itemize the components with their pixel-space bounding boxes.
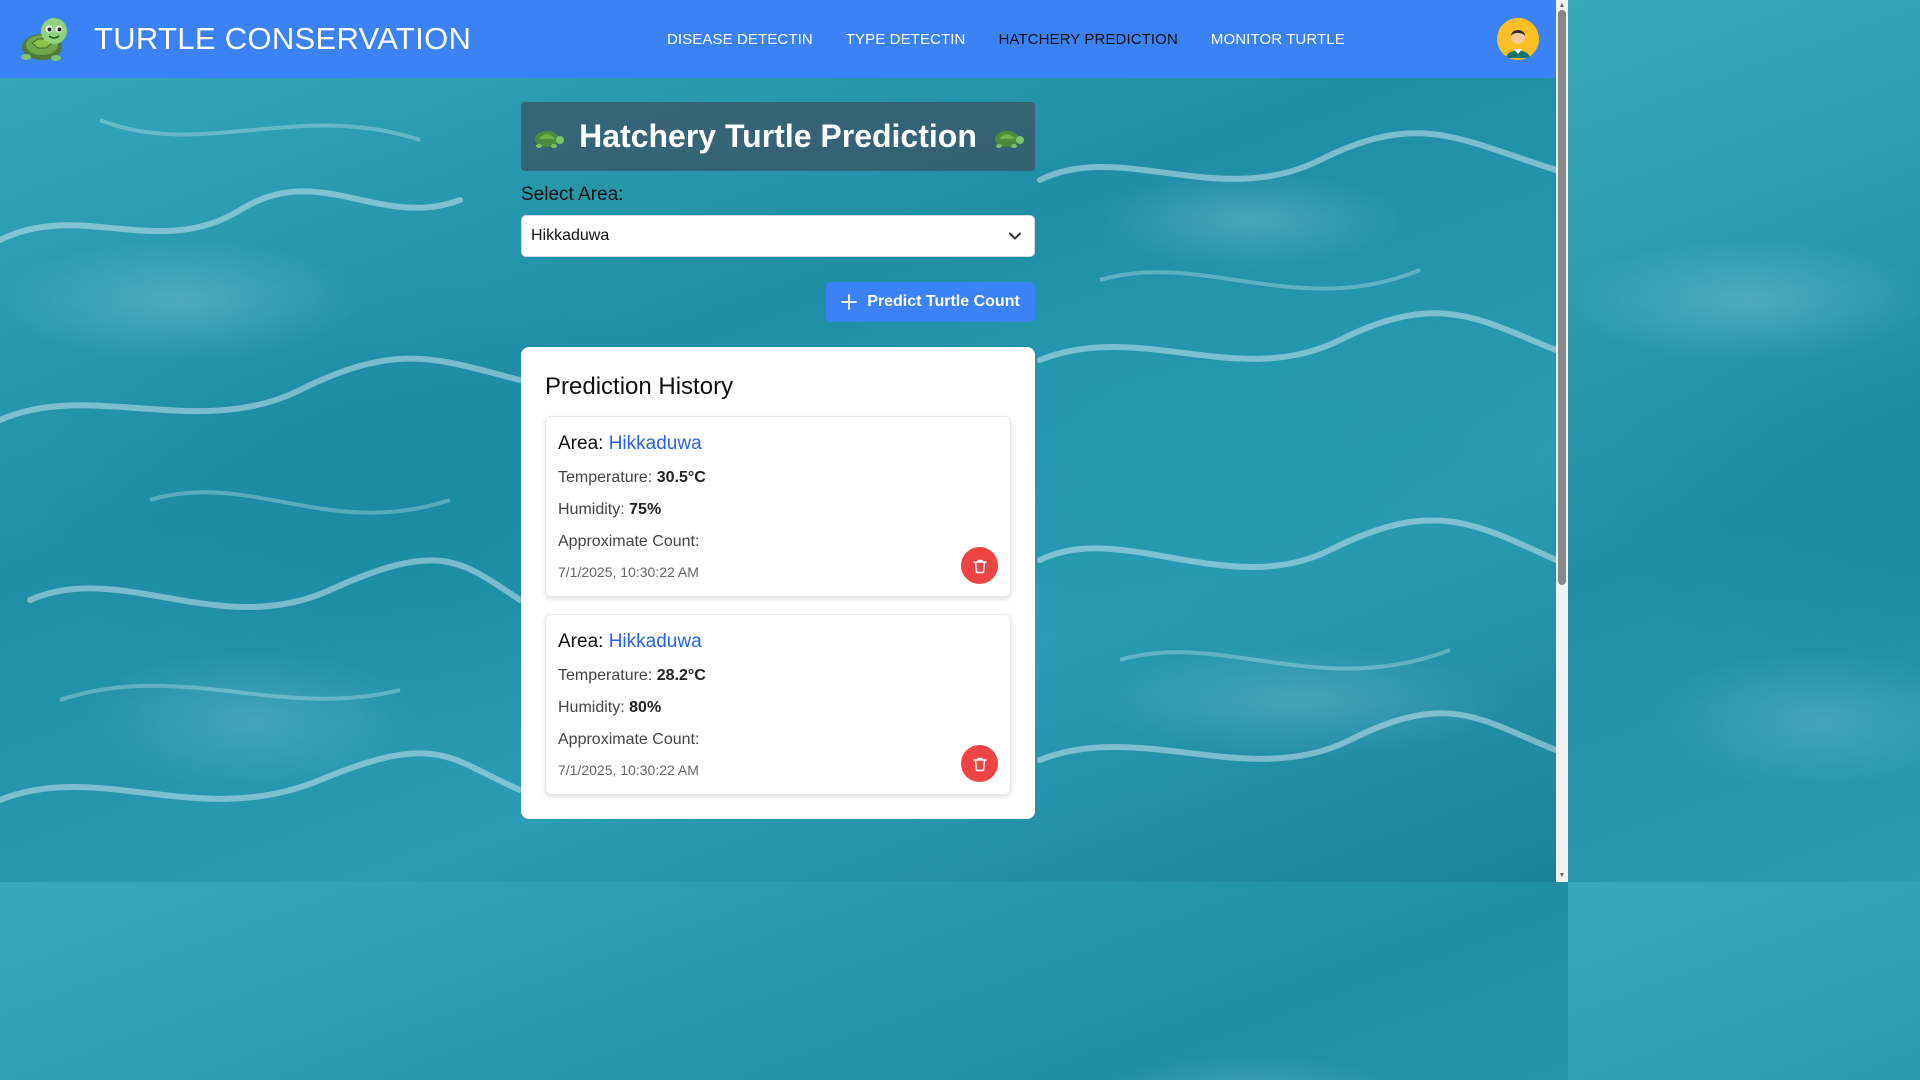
count-label: Approximate Count: (558, 533, 700, 550)
brand[interactable]: TURTLE CONSERVATION (16, 13, 471, 65)
area-label: Area: (558, 433, 604, 454)
predict-turtle-count-button[interactable]: Predict Turtle Count (826, 282, 1035, 322)
delete-prediction-button[interactable] (961, 745, 998, 782)
scroll-up-arrow-icon[interactable]: ▲ (1558, 2, 1566, 10)
scroll-down-arrow-icon[interactable]: ▼ (1558, 872, 1566, 880)
turtle-icon (535, 130, 565, 148)
humidity-value: 75% (629, 501, 662, 518)
history-area: Area: Hikkaduwa (558, 433, 998, 455)
page-title-banner: Hatchery Turtle Prediction (521, 102, 1035, 171)
area-select-value: Hikkaduwa (531, 227, 610, 244)
app-title: TURTLE CONSERVATION (94, 21, 472, 56)
predict-row: Predict Turtle Count (521, 282, 1035, 322)
page-scrollbar[interactable]: ▲ ▼ (1556, 0, 1568, 882)
top-navbar: TURTLE CONSERVATION DISEASE DETECTIN TYP… (0, 0, 1556, 78)
area-label: Area: (558, 631, 604, 652)
area-select[interactable]: Hikkaduwa (521, 215, 1035, 257)
user-avatar-icon (1497, 18, 1539, 60)
history-item: Area: Hikkaduwa Temperature: 28.2°C Humi… (545, 614, 1011, 795)
history-item: Area: Hikkaduwa Temperature: 30.5°C Humi… (545, 416, 1011, 597)
temperature-label: Temperature: (558, 469, 653, 486)
nav-item-monitor-turtle[interactable]: MONITOR TURTLE (1211, 31, 1345, 48)
history-area: Area: Hikkaduwa (558, 631, 998, 653)
history-humidity: Humidity: 80% (558, 699, 998, 717)
nav-item-disease-detection[interactable]: DISEASE DETECTIN (667, 31, 813, 48)
prediction-history-card: Prediction History Area: Hikkaduwa Tempe… (521, 347, 1035, 819)
plus-icon (841, 294, 858, 310)
area-value: Hikkaduwa (608, 631, 702, 652)
history-timestamp: 7/1/2025, 10:30:22 AM (558, 762, 699, 778)
history-temperature: Temperature: 30.5°C (558, 469, 998, 487)
humidity-label: Humidity: (558, 501, 625, 518)
turtle-logo-icon (21, 18, 67, 61)
temperature-value: 30.5°C (656, 469, 706, 486)
area-value: Hikkaduwa (608, 433, 702, 454)
scroll-thumb[interactable] (1558, 10, 1566, 585)
history-count: Approximate Count: (558, 731, 998, 749)
turtle-icon (994, 130, 1024, 148)
history-humidity: Humidity: 75% (558, 501, 998, 519)
history-temperature: Temperature: 28.2°C (558, 667, 998, 685)
temperature-label: Temperature: (558, 667, 653, 684)
count-label: Approximate Count: (558, 731, 700, 748)
trash-icon (972, 559, 987, 573)
page-title: Hatchery Turtle Prediction (579, 118, 977, 154)
predict-button-label: Predict Turtle Count (867, 293, 1020, 310)
history-count: Approximate Count: (558, 533, 998, 551)
chevron-down-icon (1009, 232, 1021, 240)
trash-icon (972, 757, 987, 771)
user-avatar[interactable] (1497, 18, 1539, 60)
delete-prediction-button[interactable] (961, 547, 998, 584)
history-title: Prediction History (545, 373, 734, 400)
temperature-value: 28.2°C (656, 667, 706, 684)
humidity-label: Humidity: (558, 699, 625, 716)
main-content: Hatchery Turtle Prediction Select Area: … (521, 102, 1035, 819)
history-timestamp: 7/1/2025, 10:30:22 AM (558, 564, 699, 580)
area-select-label: Select Area: (521, 184, 624, 205)
nav-item-type-detection[interactable]: TYPE DETECTIN (846, 31, 966, 48)
main-nav: DISEASE DETECTIN TYPE DETECTIN HATCHERY … (667, 0, 1378, 78)
nav-item-hatchery-prediction[interactable]: HATCHERY PREDICTION (998, 31, 1177, 48)
humidity-value: 80% (629, 699, 662, 716)
